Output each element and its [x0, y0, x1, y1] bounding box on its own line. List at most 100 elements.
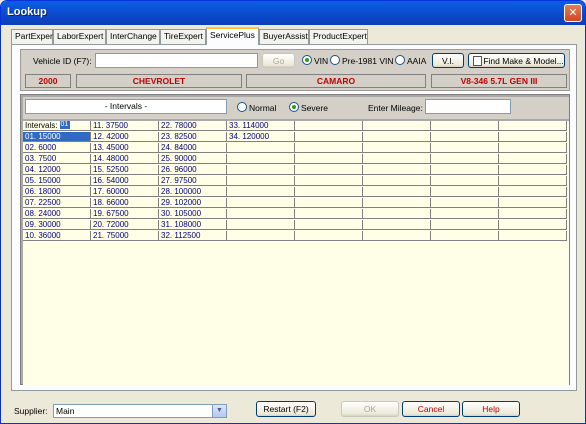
empty-cell	[499, 154, 567, 164]
interval-cell[interactable]: 01. 15000	[23, 132, 91, 142]
interval-cell[interactable]: 03. 7500	[23, 154, 91, 164]
interval-cell[interactable]: 11. 37500	[91, 121, 159, 131]
interval-cell[interactable]: 07. 22500	[23, 198, 91, 208]
empty-cell	[499, 231, 567, 241]
vi-button[interactable]: V.I.	[432, 53, 464, 68]
empty-cell	[499, 220, 567, 230]
empty-cell	[431, 143, 499, 153]
close-button[interactable]: ✕	[564, 4, 582, 22]
interval-cell[interactable]: 29. 102000	[159, 198, 227, 208]
interval-cell[interactable]: 16. 54000	[91, 176, 159, 186]
tab-serviceplus[interactable]: ServicePlus	[206, 27, 259, 45]
empty-cell	[499, 187, 567, 197]
severe-radio-label[interactable]: Severe	[301, 103, 328, 113]
interval-cell[interactable]: 22. 78000	[159, 121, 227, 131]
interval-cell[interactable]: 17. 60000	[91, 187, 159, 197]
empty-cell	[363, 132, 431, 142]
interval-cell[interactable]: 10. 36000	[23, 231, 91, 241]
empty-cell	[363, 143, 431, 153]
interval-cell[interactable]: 33. 114000	[227, 121, 295, 131]
tab-buyerassist[interactable]: BuyerAssist	[259, 29, 309, 44]
normal-radio-label[interactable]: Normal	[249, 103, 276, 113]
supplier-label: Supplier:	[14, 406, 48, 416]
interval-cell[interactable]: 20. 72000	[91, 220, 159, 230]
intervals-header-badge: 01	[60, 121, 71, 129]
interval-cell[interactable]: 32. 112500	[159, 231, 227, 241]
find-icon	[473, 56, 482, 66]
interval-cell[interactable]: 25. 90000	[159, 154, 227, 164]
aaia-radio[interactable]	[395, 55, 405, 65]
chevron-down-icon[interactable]: ▼	[212, 405, 226, 417]
empty-cell	[295, 132, 363, 142]
tab-partexpert[interactable]: PartExpert	[11, 29, 55, 44]
severe-radio[interactable]	[289, 102, 299, 112]
interval-cell[interactable]: 21. 75000	[91, 231, 159, 241]
interval-cell[interactable]: 34. 120000	[227, 132, 295, 142]
interval-cell[interactable]: 06. 18000	[23, 187, 91, 197]
empty-cell	[295, 198, 363, 208]
interval-cell[interactable]: 15. 52500	[91, 165, 159, 175]
empty-cell	[431, 198, 499, 208]
interval-cell[interactable]: 18. 66000	[91, 198, 159, 208]
interval-cell[interactable]: 14. 48000	[91, 154, 159, 164]
vin-radio-label[interactable]: VIN	[314, 56, 328, 66]
restart-button[interactable]: Restart (F2)	[256, 401, 316, 417]
intervals-grid-area: - Intervals - Normal Severe Enter Mileag…	[20, 94, 570, 385]
title-bar[interactable]: Lookup ✕	[1, 1, 585, 25]
intervals-dropdown[interactable]: - Intervals -	[25, 99, 227, 114]
cancel-button[interactable]: Cancel	[402, 401, 460, 417]
vin-radio[interactable]	[302, 55, 312, 65]
empty-cell	[363, 187, 431, 197]
interval-cell[interactable]: 02. 6000	[23, 143, 91, 153]
mileage-input[interactable]	[425, 99, 511, 114]
empty-cell	[499, 209, 567, 219]
model-field: CAMARO	[246, 74, 426, 88]
empty-cell	[431, 132, 499, 142]
interval-cell[interactable]: 12. 42000	[91, 132, 159, 142]
pre1981-radio[interactable]	[330, 55, 340, 65]
close-icon[interactable]: ✕	[568, 6, 577, 19]
interval-cell[interactable]: 31. 108000	[159, 220, 227, 230]
vehicle-id-label: Vehicle ID (F7):	[33, 56, 92, 66]
empty-cell	[431, 121, 499, 131]
supplier-value: Main	[56, 406, 75, 416]
interval-cell[interactable]: 19. 67500	[91, 209, 159, 219]
tab-productexpert[interactable]: ProductExpert	[309, 29, 368, 44]
empty-cell	[431, 220, 499, 230]
aaia-radio-label[interactable]: AAIA	[407, 56, 426, 66]
interval-cell[interactable]: 08. 24000	[23, 209, 91, 219]
interval-cell[interactable]: 27. 97500	[159, 176, 227, 186]
empty-cell	[363, 154, 431, 164]
intervals-table: Intervals: 01 01. 15000 02. 6000 03. 7500 04.…	[23, 121, 569, 385]
normal-radio[interactable]	[237, 102, 247, 112]
empty-cell	[227, 154, 295, 164]
interval-cell[interactable]: 13. 45000	[91, 143, 159, 153]
year-field: 2000	[25, 74, 71, 88]
vehicle-id-input[interactable]	[95, 53, 258, 68]
empty-cell	[295, 121, 363, 131]
window-title: Lookup	[7, 6, 47, 18]
empty-cell	[295, 209, 363, 219]
empty-cell	[227, 220, 295, 230]
pre1981-radio-label[interactable]: Pre-1981 VIN	[342, 56, 394, 66]
empty-cell	[363, 176, 431, 186]
tab-laborexpert[interactable]: LaborExpert	[53, 29, 106, 44]
interval-cell[interactable]: 23. 82500	[159, 132, 227, 142]
empty-cell	[227, 165, 295, 175]
interval-cell[interactable]: 26. 96000	[159, 165, 227, 175]
empty-cell	[499, 132, 567, 142]
empty-cell	[363, 220, 431, 230]
interval-cell[interactable]: 30. 105000	[159, 209, 227, 219]
help-button[interactable]: Help	[462, 401, 520, 417]
tab-interchange[interactable]: InterChange	[106, 29, 160, 44]
supplier-select[interactable]: Main ▼	[53, 404, 227, 418]
interval-cell[interactable]: 09. 30000	[23, 220, 91, 230]
interval-cell[interactable]: 28. 100000	[159, 187, 227, 197]
go-button[interactable]: Go	[262, 53, 295, 68]
interval-cell[interactable]: 24. 84000	[159, 143, 227, 153]
ok-button[interactable]: OK	[341, 401, 399, 417]
interval-cell[interactable]: 04. 12000	[23, 165, 91, 175]
interval-cell[interactable]: 05. 15000	[23, 176, 91, 186]
find-make-model-button[interactable]: Find Make & Model...	[468, 53, 565, 68]
tab-tireexpert[interactable]: TireExpert	[160, 29, 206, 44]
